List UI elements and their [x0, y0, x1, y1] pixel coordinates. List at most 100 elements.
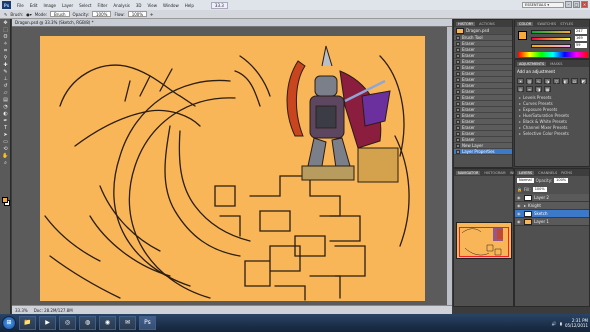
tab-actions[interactable]: ACTIONS: [479, 22, 495, 26]
brush-tool-icon[interactable]: ✎: [4, 12, 7, 17]
history-brush-tool-icon[interactable]: ↺: [1, 83, 10, 89]
tab-histogram[interactable]: HISTOGRAM: [484, 171, 505, 175]
status-zoom[interactable]: 33.3%: [15, 308, 28, 313]
menu-image[interactable]: Image: [40, 3, 59, 8]
menu-layer[interactable]: Layer: [59, 3, 76, 8]
foreground-color-swatch[interactable]: [2, 197, 8, 203]
visibility-eye-icon[interactable]: ◉: [517, 219, 522, 224]
taskbar-media-icon[interactable]: ▶: [39, 316, 56, 330]
layer-group-row[interactable]: ◉ ▸ Knight: [515, 202, 589, 210]
pen-tool-icon[interactable]: ✒: [1, 118, 10, 124]
navigator-view-frame[interactable]: [459, 227, 509, 257]
layer-opacity-field[interactable]: 100%: [554, 178, 569, 183]
move-tool-icon[interactable]: ✥: [1, 20, 10, 26]
marquee-tool-icon[interactable]: ⬚: [1, 27, 10, 33]
channel-mixer-icon[interactable]: ≡: [526, 86, 533, 92]
menu-help[interactable]: Help: [182, 3, 197, 8]
curves-icon[interactable]: ∿: [535, 78, 542, 84]
preset-selective-color[interactable]: Selective Color Presets: [515, 130, 589, 136]
visibility-eye-icon[interactable]: ◉: [517, 203, 522, 208]
tab-history[interactable]: HISTORY: [456, 21, 476, 26]
gradient-tool-icon[interactable]: ▤: [1, 97, 10, 103]
crop-tool-icon[interactable]: ⌗: [1, 48, 10, 54]
blend-mode-select[interactable]: Normal: [517, 178, 534, 183]
layer-row[interactable]: ◉ Layer 1: [515, 218, 589, 226]
black-white-icon[interactable]: ◩: [580, 78, 587, 84]
blue-slider[interactable]: [531, 44, 571, 48]
layer-row-selected[interactable]: ◉ Sketch: [515, 210, 589, 218]
menu-edit[interactable]: Edit: [27, 3, 41, 8]
path-select-tool-icon[interactable]: ➤: [1, 132, 10, 138]
start-button[interactable]: ⊞: [2, 316, 16, 330]
flow-field[interactable]: 100%: [127, 11, 148, 17]
clone-stamp-tool-icon[interactable]: ⊥: [1, 76, 10, 82]
tab-navigator[interactable]: NAVIGATOR: [456, 170, 481, 175]
opacity-field[interactable]: 100%: [92, 11, 112, 17]
red-slider[interactable]: [531, 30, 571, 34]
menu-file[interactable]: File: [14, 3, 27, 8]
document-vertical-scrollbar[interactable]: [447, 27, 452, 305]
tab-color[interactable]: COLOR: [517, 21, 534, 26]
exposure-icon[interactable]: ◑: [544, 78, 551, 84]
menu-window[interactable]: Window: [160, 3, 182, 8]
taskbar-explorer-icon[interactable]: 📁: [19, 316, 36, 330]
zoom-tool-icon[interactable]: ⌕: [1, 160, 10, 166]
eraser-tool-icon[interactable]: ▱: [1, 90, 10, 96]
brush-preset-picker[interactable]: ●▾: [26, 12, 32, 17]
hue-saturation-icon[interactable]: ◧: [562, 78, 569, 84]
green-value[interactable]: 169: [575, 36, 587, 41]
menu-select[interactable]: Select: [76, 3, 94, 8]
menu-view[interactable]: View: [145, 3, 161, 8]
tab-masks[interactable]: MASKS: [550, 62, 562, 66]
document-tab[interactable]: Dragon.psd @ 33.3% (Sketch, RGB/8) *: [12, 19, 452, 27]
taskbar-app-icon[interactable]: ✉: [119, 316, 136, 330]
close-icon[interactable]: ×: [581, 1, 588, 8]
3d-rotate-tool-icon[interactable]: ⟲: [1, 146, 10, 152]
tab-channels[interactable]: CHANNELS: [538, 171, 557, 175]
photo-filter-icon[interactable]: ◎: [517, 86, 524, 92]
mode-select[interactable]: Brush: [50, 11, 70, 17]
taskbar-photoshop-icon[interactable]: Ps: [139, 316, 156, 330]
history-state-selected[interactable]: Layer Properties: [454, 149, 512, 155]
color-panel-foreground-swatch[interactable]: [518, 31, 527, 40]
dodge-tool-icon[interactable]: ◐: [1, 111, 10, 117]
type-tool-icon[interactable]: T: [1, 125, 10, 131]
levels-icon[interactable]: ▥: [526, 78, 533, 84]
layer-fill-field[interactable]: 100%: [532, 187, 547, 192]
hand-tool-icon[interactable]: ✋: [1, 153, 10, 159]
history-snapshot[interactable]: Dragon.psd: [454, 27, 512, 35]
minimize-icon[interactable]: –: [565, 1, 572, 8]
quick-select-tool-icon[interactable]: ✧: [1, 41, 10, 47]
invert-icon[interactable]: ◨: [535, 86, 542, 92]
tab-adjustments[interactable]: ADJUSTMENTS: [517, 61, 547, 66]
eyedropper-tool-icon[interactable]: ⚲: [1, 55, 10, 61]
brightness-icon[interactable]: ☀: [517, 78, 524, 84]
taskbar-browser-icon[interactable]: ◎: [59, 316, 76, 330]
color-balance-icon[interactable]: ⚖: [571, 78, 578, 84]
menu-filter[interactable]: Filter: [94, 3, 110, 8]
visibility-eye-icon[interactable]: ◉: [517, 195, 522, 200]
tab-swatches[interactable]: SWATCHES: [537, 22, 556, 26]
taskbar-firefox-icon[interactable]: ◍: [79, 316, 96, 330]
network-icon[interactable]: ▮: [560, 321, 562, 326]
tab-styles[interactable]: STYLES: [560, 22, 573, 26]
blue-value[interactable]: 59: [575, 43, 587, 48]
image-canvas[interactable]: [40, 36, 425, 301]
navigator-thumbnail[interactable]: [456, 222, 512, 259]
healing-tool-icon[interactable]: ✚: [1, 62, 10, 68]
posterize-icon[interactable]: ▦: [544, 86, 551, 92]
volume-icon[interactable]: 🔊: [552, 321, 557, 326]
red-value[interactable]: 247: [575, 29, 587, 34]
workspace-switcher[interactable]: ESSENTIALS ▾: [522, 2, 564, 8]
airbrush-icon[interactable]: ✈: [150, 12, 153, 17]
visibility-eye-icon[interactable]: ◉: [517, 211, 522, 216]
maximize-icon[interactable]: □: [573, 1, 580, 8]
brush-tool-icon[interactable]: ✎: [1, 69, 10, 75]
taskbar-chrome-icon[interactable]: ◉: [99, 316, 116, 330]
menu-analysis[interactable]: Analysis: [110, 3, 132, 8]
color-spectrum-ramp[interactable]: [518, 52, 588, 57]
green-slider[interactable]: [531, 37, 571, 41]
tab-paths[interactable]: PATHS: [561, 171, 572, 175]
tab-layers[interactable]: LAYERS: [517, 170, 535, 175]
clock[interactable]: 2:31 PM 05/12/2011: [565, 318, 588, 328]
